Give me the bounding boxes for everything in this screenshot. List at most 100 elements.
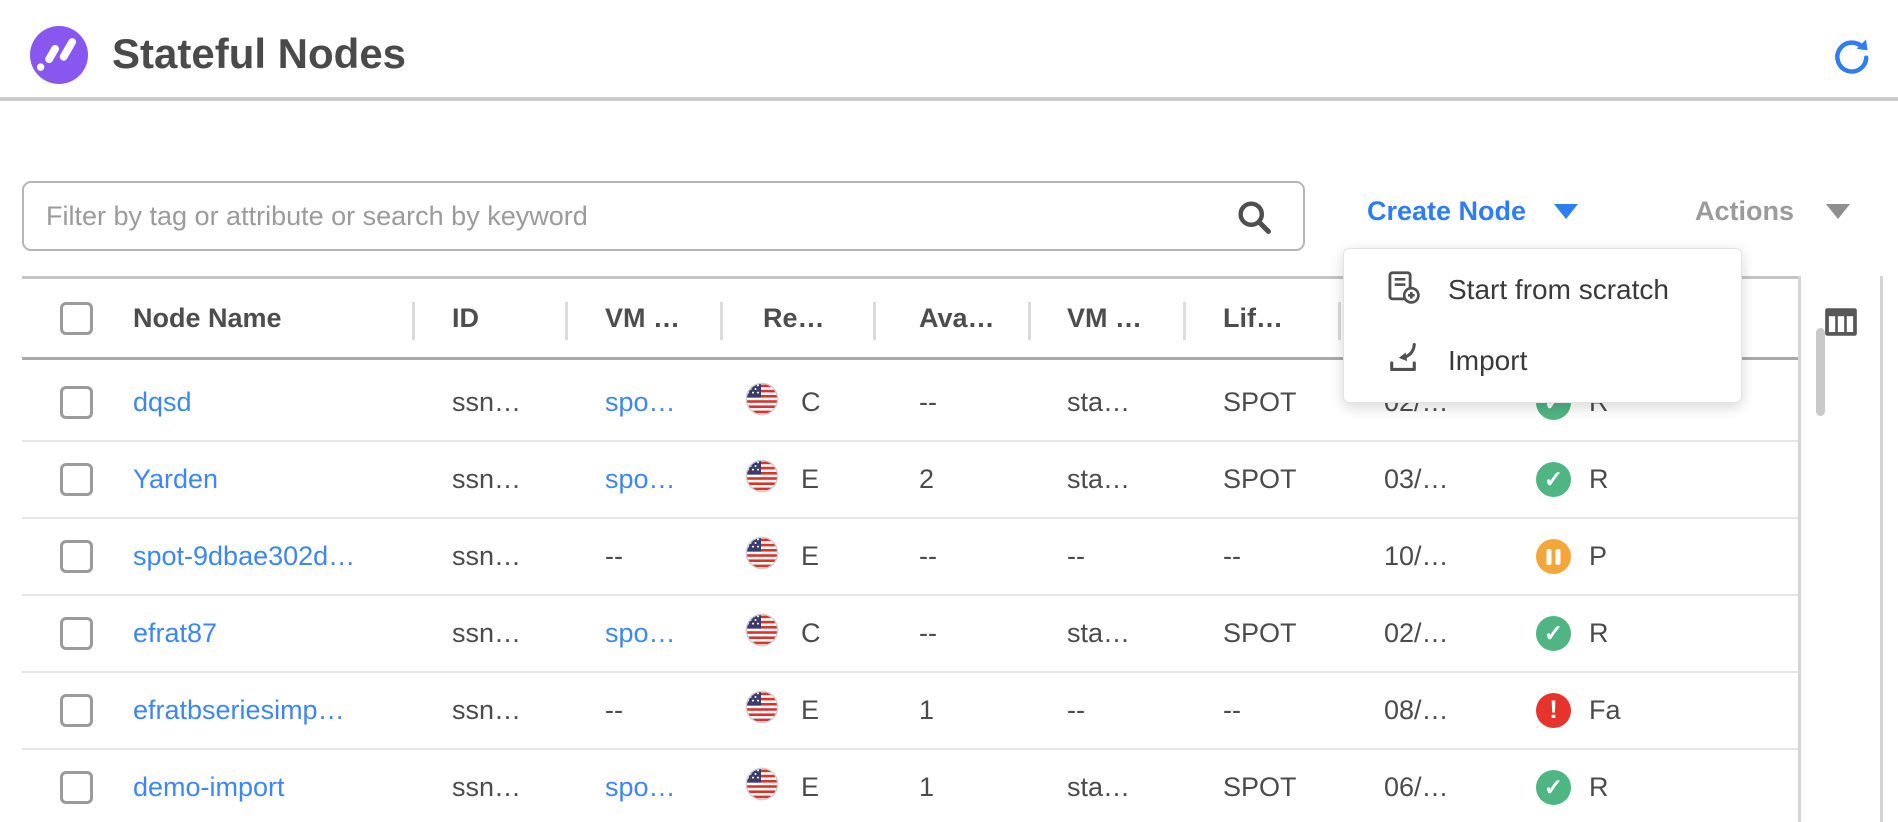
column-header-az[interactable]: Ava…	[873, 279, 1028, 357]
row-checkbox[interactable]	[60, 771, 93, 804]
status-icon	[1536, 616, 1571, 651]
node-name-link[interactable]: demo-import	[133, 772, 285, 803]
create-node-label: Create Node	[1367, 196, 1526, 227]
column-separator	[565, 302, 568, 340]
table-body: dqsd ssn… spo…	[22, 365, 1798, 822]
node-name-link[interactable]: dqsd	[133, 387, 192, 418]
status-icon	[1536, 462, 1571, 497]
region-letter: E	[801, 695, 819, 726]
node-name-link[interactable]: Yarden	[133, 464, 218, 495]
lifecycle-cell: SPOT	[1183, 750, 1338, 822]
node-id-cell: ssn…	[412, 519, 565, 594]
row-checkbox[interactable]	[60, 694, 93, 727]
table-row: demo-import ssn… spo…	[22, 750, 1798, 822]
create-node-button[interactable]: Create Node	[1367, 196, 1578, 227]
created-cell: 06/…	[1338, 750, 1493, 822]
region-letter: E	[801, 541, 819, 572]
refresh-icon	[1830, 64, 1870, 79]
column-header-id[interactable]: ID	[412, 279, 565, 357]
vm-name-link[interactable]: spo…	[605, 618, 676, 649]
lifecycle-cell: --	[1183, 673, 1338, 748]
filter-input[interactable]	[22, 181, 1305, 251]
chevron-down-icon	[1554, 204, 1578, 219]
menu-item-label: Start from scratch	[1448, 274, 1669, 306]
vm-name-link: --	[605, 695, 623, 726]
column-header-vm-size[interactable]: VM …	[1028, 279, 1183, 357]
vm-size-cell: sta…	[1028, 365, 1183, 440]
row-select-cell	[22, 519, 110, 594]
az-cell: 2	[873, 442, 1028, 517]
row-checkbox[interactable]	[60, 617, 93, 650]
column-header-vm-name[interactable]: VM …	[565, 279, 720, 357]
actions-button[interactable]: Actions	[1695, 196, 1850, 227]
table-right-border	[1880, 276, 1883, 822]
node-id-cell: ssn…	[412, 442, 565, 517]
column-settings-button[interactable]	[1822, 303, 1860, 341]
us-flag-icon	[745, 536, 779, 577]
vm-name-link: --	[605, 541, 623, 572]
row-select-cell	[22, 365, 110, 440]
node-id-cell: ssn…	[412, 365, 565, 440]
table-scrollbar-thumb[interactable]	[1816, 328, 1825, 416]
vm-name-link[interactable]: spo…	[605, 772, 676, 803]
status-text: P	[1589, 541, 1607, 572]
row-checkbox[interactable]	[60, 540, 93, 573]
region-cell: C	[720, 596, 873, 671]
node-name-link[interactable]: efratbseriesimp…	[133, 695, 345, 726]
table-row: efratbseriesimp… ssn… --	[22, 673, 1798, 750]
column-header-lifecycle[interactable]: Lif…	[1183, 279, 1338, 357]
status-cell: R	[1493, 596, 1798, 671]
table-row: efrat87 ssn… spo…	[22, 596, 1798, 673]
az-cell: --	[873, 365, 1028, 440]
menu-item-import[interactable]: Import	[1344, 326, 1741, 396]
region-cell: E	[720, 750, 873, 822]
node-name-link[interactable]: spot-9dbae302d…	[133, 541, 355, 572]
vm-name-link[interactable]: spo…	[605, 464, 676, 495]
vm-size-cell: --	[1028, 673, 1183, 748]
column-separator	[1028, 302, 1031, 340]
column-separator	[412, 302, 415, 340]
file-plus-icon	[1384, 268, 1422, 313]
vm-name-link[interactable]: spo…	[605, 387, 676, 418]
column-header-region[interactable]: Re…	[720, 279, 873, 357]
region-letter: C	[801, 387, 821, 418]
node-name-link[interactable]: efrat87	[133, 618, 217, 649]
region-cell: C	[720, 365, 873, 440]
lifecycle-cell: SPOT	[1183, 365, 1338, 440]
row-select-cell	[22, 750, 110, 822]
status-text: R	[1589, 464, 1609, 495]
status-icon	[1536, 770, 1571, 805]
status-cell: R	[1493, 750, 1798, 822]
az-cell: --	[873, 596, 1028, 671]
vm-size-cell: sta…	[1028, 750, 1183, 822]
refresh-button[interactable]	[1830, 36, 1870, 76]
row-checkbox[interactable]	[60, 463, 93, 496]
status-text: R	[1589, 772, 1609, 803]
table-row: Yarden ssn… spo…	[22, 442, 1798, 519]
us-flag-icon	[745, 767, 779, 808]
menu-item-start-from-scratch[interactable]: Start from scratch	[1344, 255, 1741, 325]
columns-icon	[1822, 329, 1860, 344]
us-flag-icon	[745, 690, 779, 731]
lifecycle-cell: --	[1183, 519, 1338, 594]
row-checkbox[interactable]	[60, 386, 93, 419]
select-all-checkbox[interactable]	[60, 302, 93, 335]
header-select-all-cell	[22, 279, 110, 357]
region-letter: E	[801, 772, 819, 803]
import-icon	[1384, 338, 1422, 383]
search-icon[interactable]	[1234, 197, 1274, 237]
us-flag-icon	[745, 382, 779, 423]
create-node-menu: Start from scratch Import	[1343, 248, 1742, 403]
created-cell: 08/…	[1338, 673, 1493, 748]
actions-label: Actions	[1695, 196, 1794, 227]
column-header-node-name[interactable]: Node Name	[110, 279, 412, 357]
status-text: R	[1589, 618, 1609, 649]
table-row: spot-9dbae302d… ssn… --	[22, 519, 1798, 596]
status-cell: R	[1493, 442, 1798, 517]
table-vertical-divider	[1798, 276, 1801, 822]
node-id-cell: ssn…	[412, 596, 565, 671]
column-separator	[720, 302, 723, 340]
menu-item-label: Import	[1448, 345, 1527, 377]
status-icon	[1536, 693, 1571, 728]
row-select-cell	[22, 442, 110, 517]
